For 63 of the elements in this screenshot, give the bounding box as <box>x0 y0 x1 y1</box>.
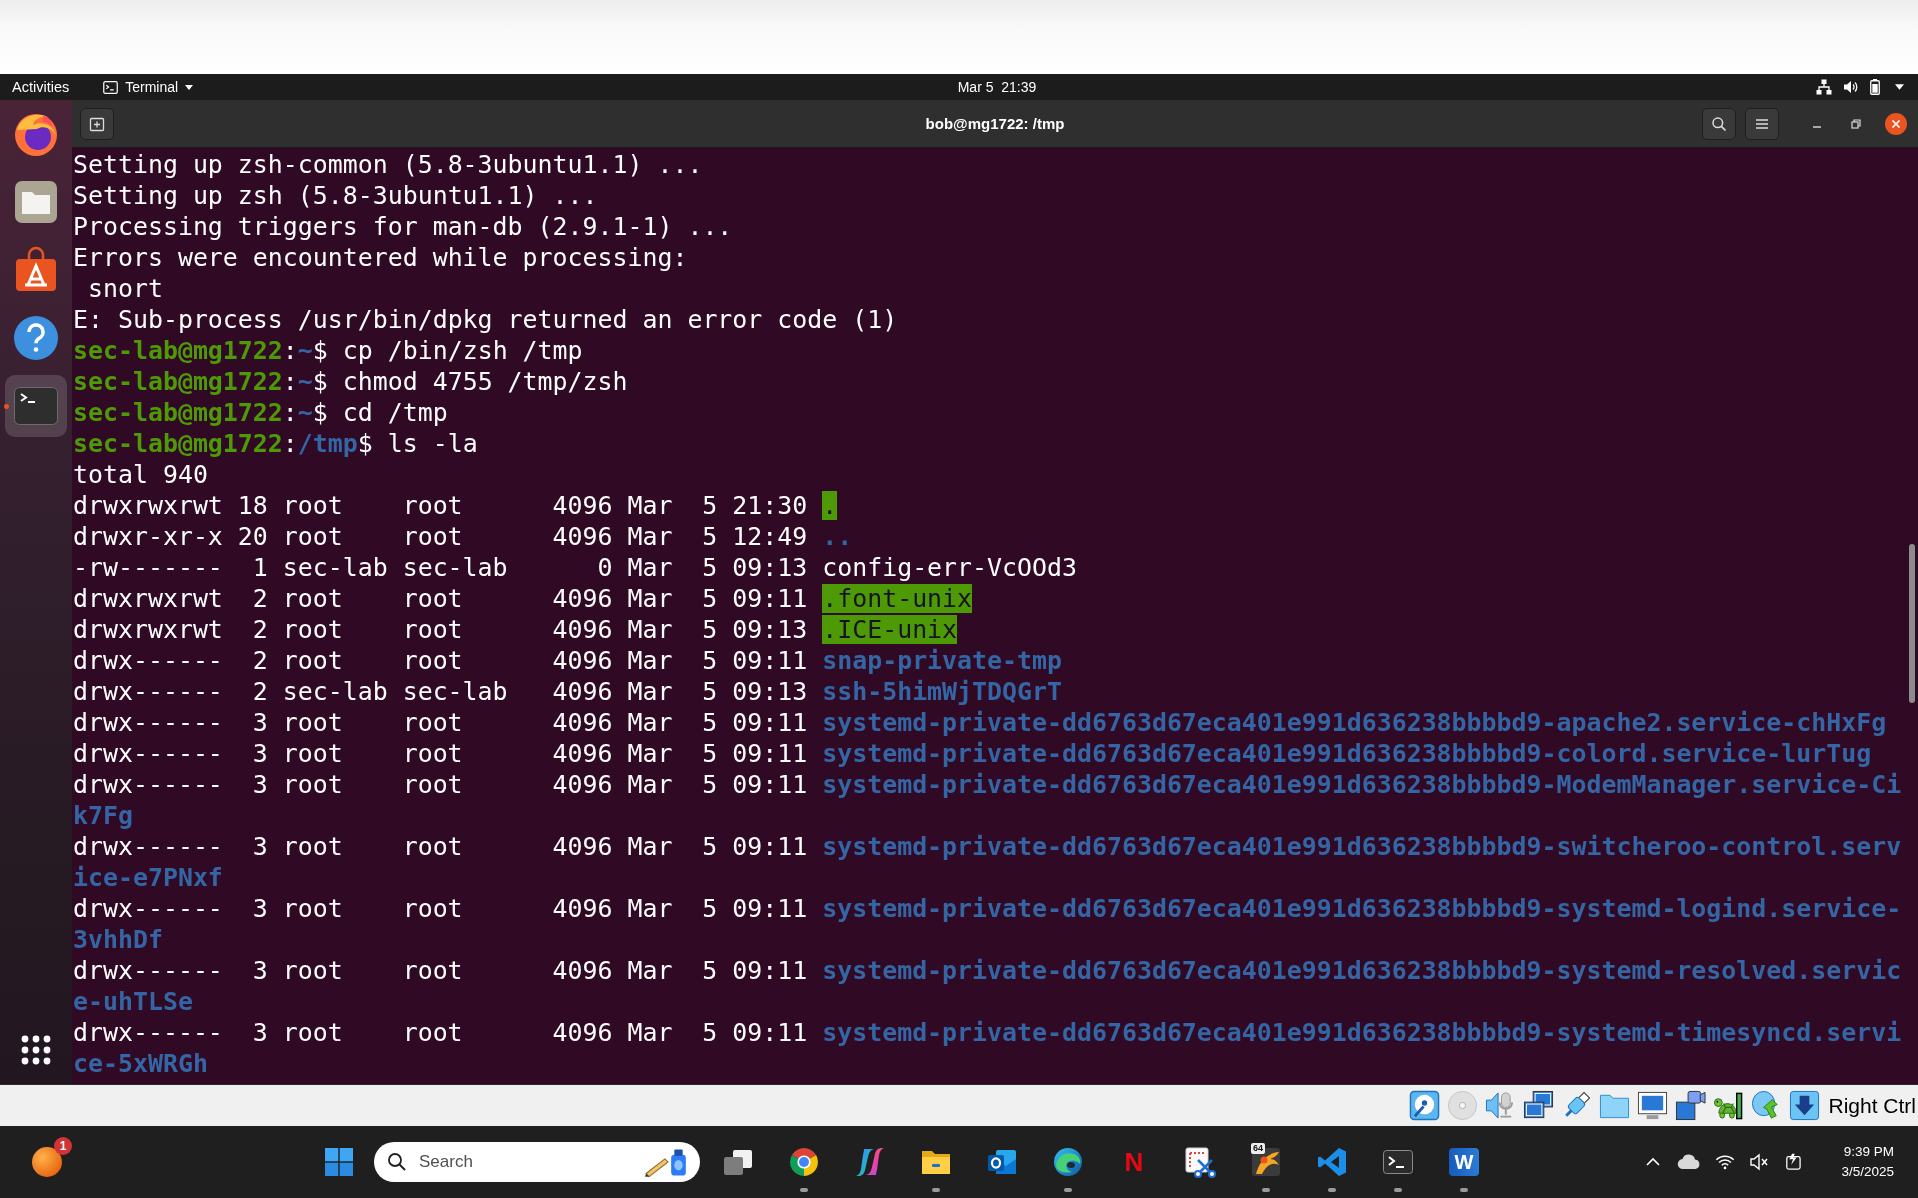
app-grid-icon[interactable] <box>21 1035 51 1065</box>
speaker-icon[interactable] <box>1843 79 1859 95</box>
listing-line: drwxrwxrwt 2 root root 4096 Mar 5 09:13 .ICE-unix <box>73 614 959 645</box>
speaker-muted-icon[interactable] <box>1749 1152 1770 1172</box>
prompt-line: sec-lab@mg1722:~$ cp /bin/zsh /tmp <box>73 335 584 366</box>
wave-circle-icon[interactable] <box>1052 1146 1084 1178</box>
search-icon <box>1711 115 1727 132</box>
cloud-icon[interactable] <box>1677 1154 1702 1170</box>
four-squares-icon[interactable] <box>323 1146 355 1178</box>
help-icon <box>12 314 60 362</box>
scrollbar-thumb[interactable] <box>1909 544 1915 703</box>
listing-line: drwx------ 3 root root 4096 Mar 5 09:11 systemd-private-dd6763d67eca401e991d636238bbbbd9-colord.service-lurTug <box>73 738 1873 769</box>
listing-line: drwxr-xr-x 20 root root 4096 Mar 5 12:49 .. <box>73 521 854 552</box>
ribbon-icon[interactable] <box>1316 1146 1348 1178</box>
output-line: snort <box>87 273 164 304</box>
wifi-icon[interactable] <box>1715 1152 1736 1172</box>
count-badge: 1 <box>54 1137 72 1155</box>
battery-icon[interactable] <box>1870 79 1880 95</box>
network-monitors-icon[interactable] <box>1523 1090 1555 1121</box>
monitor-icon[interactable] <box>1637 1090 1669 1121</box>
folder-icon <box>12 178 60 226</box>
version-badge: 64 <box>1251 1143 1265 1154</box>
activities-button[interactable]: Activities <box>12 79 70 95</box>
host-key-label: Right Ctrl <box>1828 1093 1916 1118</box>
new-tab-button[interactable] <box>80 107 114 140</box>
listing-line: drwxrwxrwt 2 root root 4096 Mar 5 09:11 .font-unix <box>73 583 974 614</box>
scissors-icon[interactable] <box>1184 1146 1216 1178</box>
listing-line: drwxrwxrwt 18 root root 4096 Mar 5 21:30 . <box>73 490 839 521</box>
listing-line: drwx------ 3 root root 4096 Mar 5 09:11 systemd-private-dd6763d67eca401e991d636238bbbbd9-apache2.service-chHxFg <box>73 707 1888 738</box>
clock-button[interactable]: Mar 5 21:39 <box>957 79 1037 95</box>
output-line: Setting up zsh-common (5.8-3ubuntu1.1) ... <box>73 149 704 180</box>
prompt-line: sec-lab@mg1722:/tmp$ ls -la <box>73 428 479 459</box>
letter-tile[interactable]: W <box>1449 1148 1479 1176</box>
clock-button[interactable]: 9:39 PM 3/5/2025 <box>1841 1142 1894 1182</box>
close-icon[interactable] <box>1885 112 1907 135</box>
listing-line: drwx------ 2 root root 4096 Mar 5 09:11 snap-private-tmp <box>73 645 1063 676</box>
listing-line: drwx------ 2 sec-lab sec-lab 4096 Mar 5 09:13 ssh-5himWjTDQGrT <box>73 676 1063 707</box>
video-camera-icon[interactable] <box>1675 1090 1707 1121</box>
search-field[interactable]: Search <box>374 1142 700 1182</box>
swirl-icon[interactable] <box>854 1146 886 1178</box>
caret-icon <box>185 84 194 90</box>
search-button[interactable] <box>1702 107 1736 140</box>
battery-charging-icon[interactable] <box>1783 1152 1804 1172</box>
network-icon[interactable] <box>1816 79 1832 95</box>
listing-line: -rw------- 1 sec-lab sec-lab 0 Mar 5 09:13 config-err-VcOOd3 <box>73 552 1078 583</box>
color-wheel-icon[interactable] <box>788 1146 820 1178</box>
output-line: Processing triggers for man-db (2.9.1-1) ... <box>73 211 734 242</box>
search-icon <box>387 1152 407 1172</box>
listing-line: drwx------ 3 root root 4096 Mar 5 09:11 systemd-private-dd6763d67eca401e991d636238bbbbd9-systemd-timesyncd.service-5xWRGh <box>73 1017 1902 1079</box>
prompt-line: sec-lab@mg1722:~$ cd /tmp <box>73 397 449 428</box>
output-line: Errors were encountered while processing: <box>73 242 689 273</box>
terminal-icon <box>103 80 119 94</box>
menu-button[interactable] <box>1745 107 1779 140</box>
swoosh-tile-icon[interactable] <box>1250 1146 1282 1178</box>
prompt-line: sec-lab@mg1722:~$ chmod 4755 /tmp/zsh <box>73 366 629 397</box>
caret-icon[interactable] <box>1895 84 1904 90</box>
app-menu-button[interactable]: Terminal <box>103 79 194 95</box>
output-line: Setting up zsh (5.8-3ubuntu1.1) ... <box>73 180 599 211</box>
plus-square-icon <box>89 115 105 132</box>
output-line: E: Sub-process /usr/bin/dpkg returned an error code (1) <box>73 304 899 335</box>
output-line: total 940 <box>73 459 209 490</box>
turtle-icon[interactable] <box>1713 1090 1745 1121</box>
window-title: bob@mg1722: /tmp <box>925 115 1065 132</box>
